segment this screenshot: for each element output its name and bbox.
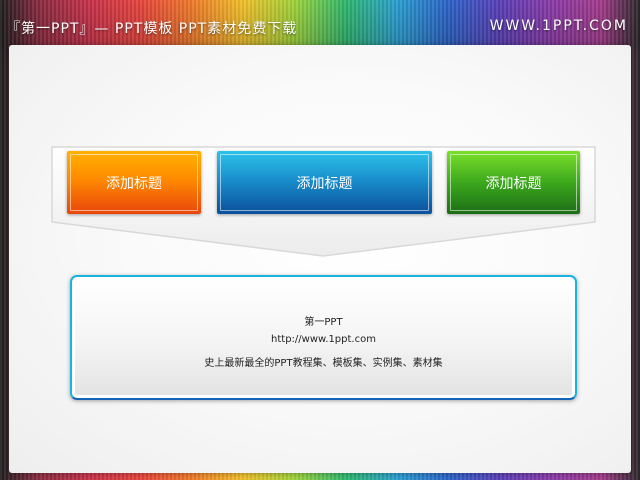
header-title: 『第一PPT』— PPT模板 PPT素材免费下载 — [6, 21, 298, 37]
title-box-2-label: 添加标题 — [296, 175, 353, 192]
text-panel: 第一PPT http://www.1ppt.com 史上最新最全的PPT教程集、… — [70, 275, 577, 400]
panel-line-brand: 第一PPT — [304, 317, 343, 328]
title-box-3-label: 添加标题 — [485, 175, 542, 192]
header-website-link[interactable]: WWW.1PPT.COM — [490, 18, 628, 34]
title-box-3[interactable]: 添加标题 — [447, 151, 580, 214]
title-box-1-label: 添加标题 — [106, 175, 162, 192]
slide-canvas — [9, 45, 631, 473]
title-box-2[interactable]: 添加标题 — [217, 151, 432, 214]
panel-line-url[interactable]: http://www.1ppt.com — [72, 334, 575, 345]
panel-line-description: 史上最新最全的PPT教程集、模板集、实例集、素材集 — [204, 358, 443, 369]
title-box-1[interactable]: 添加标题 — [67, 151, 201, 214]
